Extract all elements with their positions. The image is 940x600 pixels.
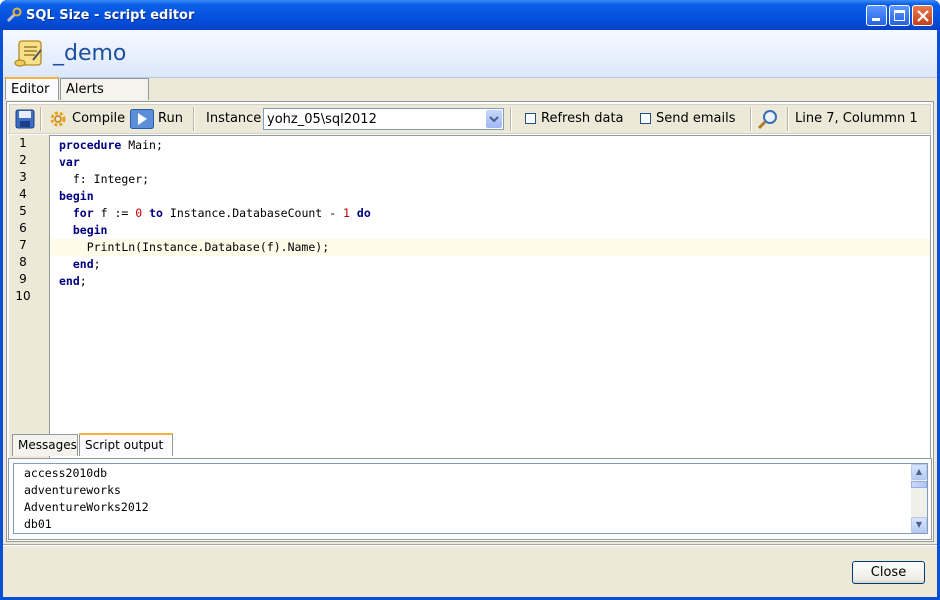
line-number: 5 [19,204,27,218]
chevron-down-icon [489,116,499,123]
vertical-scrollbar[interactable]: ▲ ▼ [911,464,927,533]
line-number: 6 [19,221,27,235]
line-number: 10 [15,289,31,303]
save-icon[interactable] [15,109,35,129]
minimize-icon [872,18,880,21]
search-icon[interactable] [757,108,779,130]
code-line[interactable]: f: Integer; [50,171,930,188]
code-line[interactable]: end; [50,256,930,273]
scroll-up-button[interactable]: ▲ [911,464,927,480]
window-title: SQL Size - script editor [26,8,195,23]
script-header: _demo [3,30,937,78]
output-panel: access2010db adventureworks AdventureWor… [8,458,932,540]
tab-alerts-raised[interactable]: Alerts raised [60,78,149,118]
refresh-data-checkbox[interactable] [525,113,536,124]
code-line[interactable]: end; [50,273,930,290]
close-button[interactable]: Close [852,561,925,584]
code-line[interactable]: for f := 0 to Instance.DatabaseCount - 1… [50,205,930,222]
code-line[interactable]: begin [50,222,930,239]
output-line: access2010db [24,466,108,480]
line-number: 2 [19,153,27,167]
toolbar-separator [40,107,42,131]
maximize-button[interactable] [889,5,910,26]
tab-editor[interactable]: Editor [5,77,59,100]
app-window: SQL Size - script editor _demo Editor Al… [0,0,940,600]
code-line[interactable]: var [50,154,930,171]
code-line[interactable]: begin [50,188,930,205]
script-name: _demo [53,41,127,66]
cursor-position: Line 7, Colummn 1 [795,111,918,126]
title-bar[interactable]: SQL Size - script editor [0,0,940,30]
compile-label: Compile [72,111,126,126]
instance-value: yohz_05\sql2012 [267,112,377,127]
instance-label: Instance [206,111,262,126]
send-emails-label: Send emails [656,111,736,126]
scroll-down-button[interactable]: ▼ [911,517,927,533]
main-tabs: Editor Alerts raised [5,77,935,118]
toolbar-separator [750,107,752,131]
script-output-list[interactable]: access2010db adventureworks AdventureWor… [13,463,928,534]
output-tabs: Messages Script output [12,433,932,456]
script-scroll-icon [14,40,42,67]
line-number: 8 [19,255,27,269]
instance-select[interactable]: yohz_05\sql2012 [263,108,504,130]
play-icon [130,109,154,129]
footer-divider [3,544,937,546]
gear-icon [50,111,66,127]
editor-toolbar: Compile Run Instance yohz_05\sql2012 Ref… [9,104,931,134]
line-number: 7 [19,238,27,252]
toolbar-separator [510,107,512,131]
scroll-thumb[interactable] [911,481,927,488]
line-number: 4 [19,187,27,201]
line-number: 3 [19,170,27,184]
code-line[interactable]: procedure Main; [50,137,930,154]
send-emails-checkbox[interactable] [640,113,651,124]
wrench-icon [6,7,22,23]
line-number: 9 [19,272,27,286]
toolbar-separator [193,107,195,131]
dropdown-button[interactable] [486,110,502,128]
close-icon [917,10,929,22]
toolbar-separator [787,107,789,131]
refresh-data-label: Refresh data [541,111,624,126]
tab-messages[interactable]: Messages [12,434,78,456]
output-line: db01 [24,517,52,531]
close-window-button[interactable] [912,5,933,26]
output-line: adventureworks [24,483,121,497]
code-line[interactable]: PrintLn(Instance.Database(f).Name); [50,239,930,256]
maximize-icon [894,10,905,21]
output-line: AdventureWorks2012 [24,500,149,514]
run-label: Run [158,111,183,126]
client-area: _demo Editor Alerts raised Compi [3,30,937,597]
code-line[interactable] [50,290,930,307]
tab-script-output[interactable]: Script output [79,433,173,456]
minimize-button[interactable] [866,5,887,26]
line-number: 1 [19,136,27,150]
